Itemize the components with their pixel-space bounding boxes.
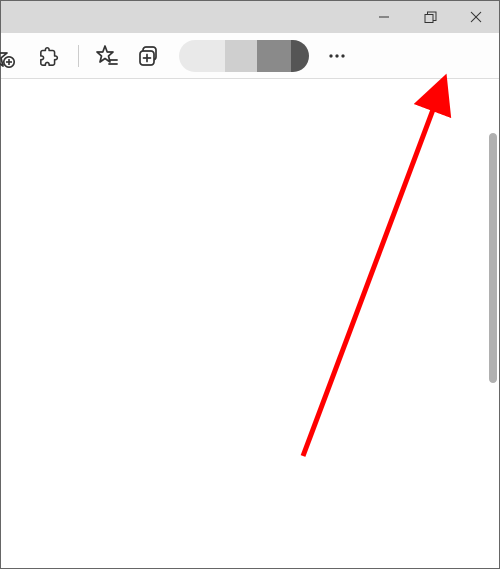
more-icon xyxy=(328,47,346,65)
collections-button[interactable] xyxy=(129,36,169,76)
vertical-scrollbar[interactable] xyxy=(489,133,497,383)
extensions-icon xyxy=(39,45,61,67)
close-icon xyxy=(470,11,482,23)
collections-icon xyxy=(137,44,161,68)
add-favorite-button[interactable] xyxy=(0,36,28,76)
favorites-list-icon xyxy=(95,44,119,68)
maximize-button[interactable] xyxy=(407,1,453,33)
page-content xyxy=(1,79,499,568)
profile-button[interactable] xyxy=(179,40,309,72)
toolbar-separator xyxy=(78,45,79,67)
extensions-button[interactable] xyxy=(30,36,70,76)
favorites-button[interactable] xyxy=(87,36,127,76)
window-titlebar xyxy=(1,1,499,33)
browser-toolbar xyxy=(1,33,499,79)
favorites-add-icon xyxy=(0,43,28,69)
minimize-icon xyxy=(378,11,390,23)
restore-icon xyxy=(424,11,437,24)
minimize-button[interactable] xyxy=(361,1,407,33)
close-button[interactable] xyxy=(453,1,499,33)
more-menu-button[interactable] xyxy=(317,36,357,76)
